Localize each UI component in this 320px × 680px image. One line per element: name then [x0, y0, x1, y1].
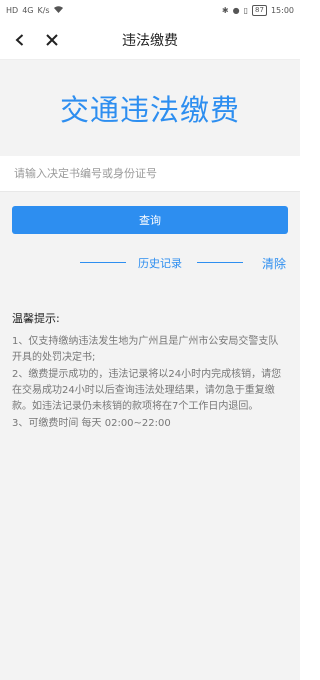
status-bar: HD 4G K/s ✱ ● ▯ 87 15:00 — [0, 0, 300, 20]
tips-section: 温馨提示: 1、仅支持缴纳违法发生地为广州且是广州市公安局交警支队开具的处罚决定… — [0, 280, 300, 680]
query-section: 查询 — [0, 206, 300, 244]
chevron-left-icon — [15, 34, 24, 46]
wifi-icon — [53, 5, 63, 15]
status-right: ✱ ● ▯ 87 15:00 — [221, 4, 294, 16]
divider-left — [80, 262, 126, 263]
vibrate-icon: ▯ — [243, 5, 249, 15]
status-left: HD 4G K/s — [6, 5, 63, 15]
clear-history-link[interactable]: 清除 — [262, 255, 286, 272]
signal-indicator: 4G — [22, 5, 34, 15]
network-speed: K/s — [37, 5, 50, 15]
divider-right — [197, 262, 243, 263]
close-icon — [46, 34, 58, 46]
battery-icon: 87 — [252, 4, 267, 16]
tip-item: 1、仅支持缴纳违法发生地为广州且是广州市公安局交警支队开具的处罚决定书; — [12, 336, 279, 363]
bluetooth-icon: ✱ — [221, 5, 229, 15]
tips-title: 温馨提示: — [12, 312, 60, 325]
spacer — [0, 192, 300, 206]
navbar: 违法缴费 — [0, 20, 300, 60]
location-icon: ● — [232, 5, 240, 15]
history-label[interactable]: 历史记录 — [138, 255, 182, 271]
tip-item: 3、可缴费时间 每天 02:00~22:00 — [12, 418, 171, 429]
close-button[interactable] — [42, 30, 62, 50]
banner: 交通违法缴费 — [0, 60, 300, 156]
search-input[interactable] — [12, 166, 288, 181]
history-row: 历史记录 清除 — [0, 244, 300, 280]
tip-item: 2、缴费提示成功的，违法记录将以24小时内完成核销，请您在交易成功24小时以后查… — [12, 369, 282, 412]
query-button[interactable]: 查询 — [12, 206, 288, 234]
back-button[interactable] — [10, 30, 30, 50]
banner-title: 交通违法缴费 — [59, 93, 240, 127]
search-row — [0, 156, 300, 192]
hd-indicator: HD — [6, 5, 19, 15]
status-time: 15:00 — [270, 5, 294, 15]
